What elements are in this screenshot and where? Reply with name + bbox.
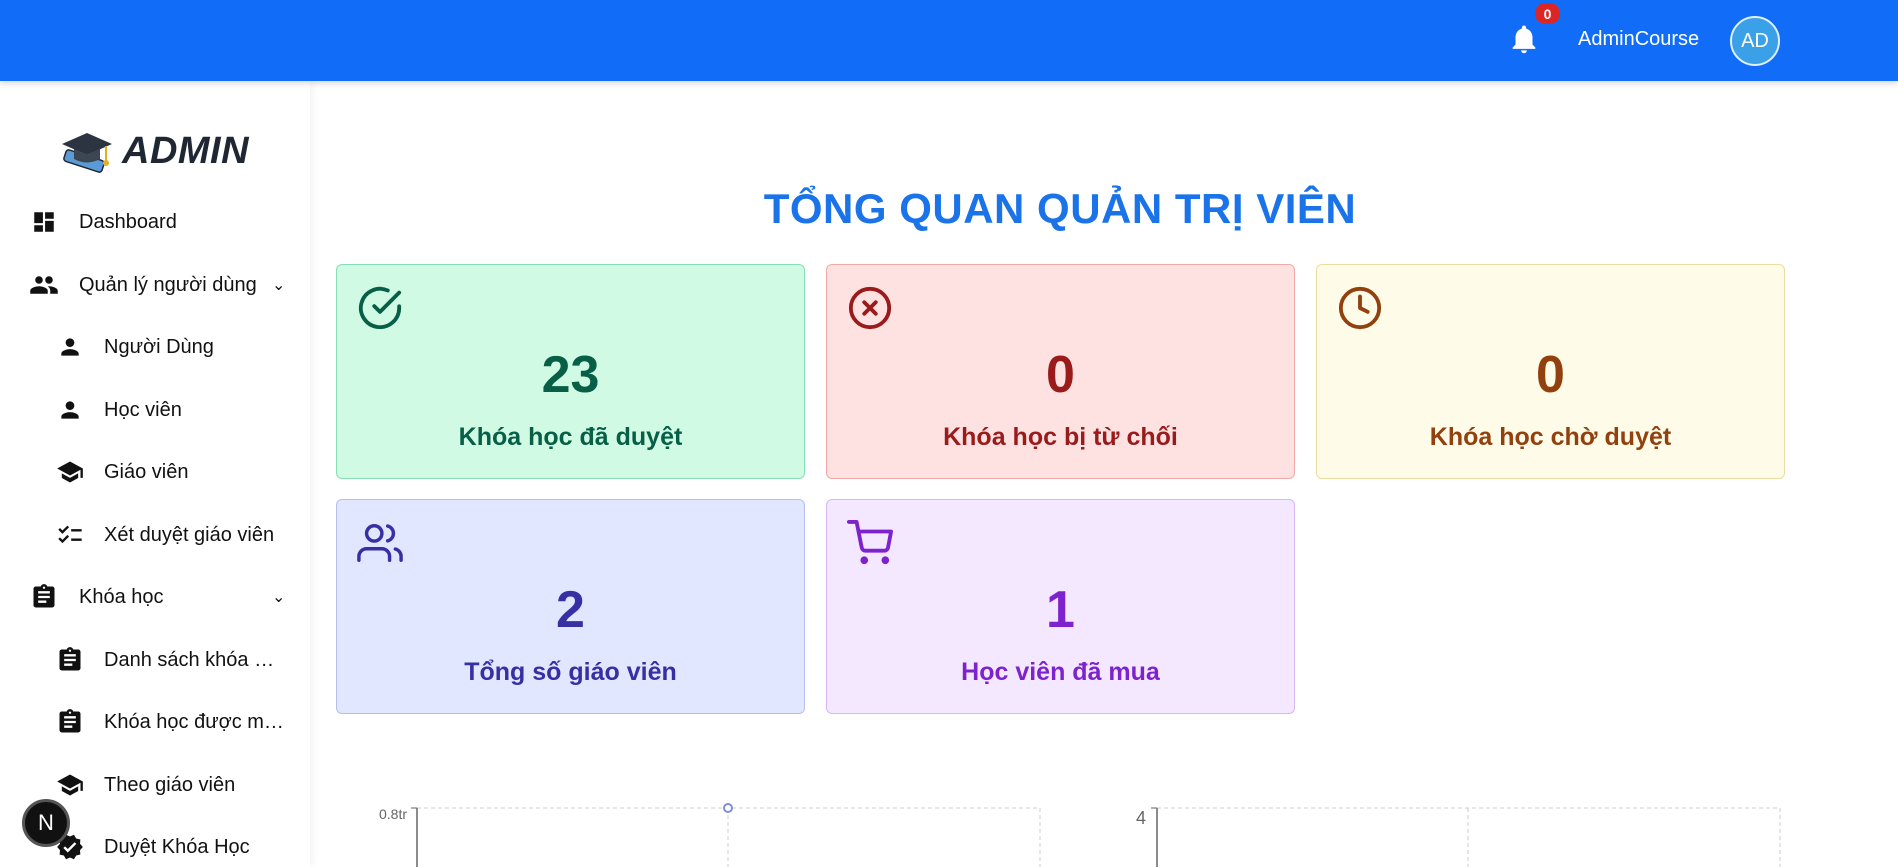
brand-title: ADMIN (122, 129, 250, 172)
sidebar-item-label: Dashboard (79, 210, 177, 233)
sidebar-item-giao-vien[interactable]: Giáo viên (0, 452, 310, 492)
sidebar-item-label: Khóa học (79, 585, 164, 608)
school-icon (55, 457, 85, 487)
y-tick-label: 0.8tr (379, 806, 407, 822)
notification-bell-icon[interactable] (1507, 22, 1541, 56)
stat-card-teachers: 2 Tổng số giáo viên (336, 499, 805, 714)
person-icon (55, 395, 85, 425)
stat-value: 0 (1046, 346, 1075, 404)
clock-icon (1337, 285, 1383, 331)
stat-value: 23 (541, 346, 600, 404)
sidebar-item-label: Danh sách khóa … (104, 648, 275, 671)
clipboard-icon (55, 707, 85, 737)
sidebar-item-label: Duyệt Khóa Học (104, 835, 250, 858)
stat-label: Khóa học đã duyệt (458, 423, 683, 451)
sidebar-item-nguoi-dung[interactable]: Người Dùng (0, 327, 310, 367)
dashboard-icon (29, 207, 59, 237)
sidebar-item-course-list[interactable]: Danh sách khóa … (0, 640, 310, 680)
next-dev-tools-button[interactable]: N (22, 799, 70, 847)
x-circle-icon (847, 285, 893, 331)
sidebar-item-label: Người Dùng (104, 335, 214, 358)
sidebar-item-dashboard[interactable]: Dashboard (0, 202, 310, 242)
stat-card-rejected: 0 Khóa học bị từ chối (826, 264, 1295, 479)
sidebar-item-label: Học viên (104, 398, 182, 421)
notification-count-badge: 0 (1533, 1, 1562, 26)
sidebar-item-label: Theo giáo viên (104, 773, 236, 796)
sidebar-item-label: Xét duyệt giáo viên (104, 523, 275, 546)
stat-label: Học viên đã mua (961, 658, 1160, 686)
sidebar: ADMIN Dashboard Quản lý người dùng ⌄ Ngư… (0, 81, 310, 867)
brand[interactable]: ADMIN (60, 129, 249, 173)
stat-card-purchases: 1 Học viên đã mua (826, 499, 1295, 714)
sidebar-item-label: Giáo viên (104, 460, 189, 483)
sidebar-item-purchased-courses[interactable]: Khóa học được m… (0, 702, 310, 742)
stat-label: Tổng số giáo viên (464, 658, 677, 686)
revenue-chart: 0.8tr (370, 800, 1050, 867)
username-label[interactable]: AdminCourse (1578, 28, 1699, 51)
stat-value: 1 (1046, 581, 1075, 639)
chevron-down-icon[interactable]: ⌄ (272, 587, 285, 607)
users-outline-icon (357, 520, 403, 566)
users-icon (29, 270, 59, 300)
top-navbar: 0 AdminCourse AD (0, 0, 1898, 81)
page-title: TỔNG QUAN QUẢN TRỊ VIÊN (763, 185, 1357, 232)
stat-label: Khóa học chờ duyệt (1429, 423, 1672, 451)
stat-card-approved: 23 Khóa học đã duyệt (336, 264, 805, 479)
school-icon (55, 770, 85, 800)
data-point[interactable] (723, 803, 733, 813)
avatar[interactable]: AD (1730, 16, 1780, 66)
stat-card-pending: 0 Khóa học chờ duyệt (1316, 264, 1785, 479)
stat-value: 2 (556, 581, 585, 639)
sidebar-item-user-management[interactable]: Quản lý người dùng ⌄ (0, 265, 310, 305)
clipboard-icon (29, 582, 59, 612)
checklist-icon (55, 520, 85, 550)
check-circle-icon (357, 285, 403, 331)
sidebar-item-courses[interactable]: Khóa học ⌄ (0, 577, 310, 617)
person-icon (55, 332, 85, 362)
sidebar-item-label: Khóa học được m… (104, 710, 284, 733)
stat-value: 0 (1536, 346, 1565, 404)
y-tick-label: 4 (1136, 808, 1146, 828)
graduation-cap-logo-icon (60, 129, 114, 173)
sidebar-item-hoc-vien[interactable]: Học viên (0, 390, 310, 430)
clipboard-icon (55, 645, 85, 675)
cart-icon (847, 520, 893, 566)
bar-chart: 4 (1120, 800, 1790, 867)
chevron-down-icon[interactable]: ⌄ (272, 275, 285, 295)
stat-label: Khóa học bị từ chối (943, 423, 1178, 451)
sidebar-item-label: Quản lý người dùng (79, 273, 257, 296)
sidebar-item-teacher-approval[interactable]: Xét duyệt giáo viên (0, 515, 310, 555)
